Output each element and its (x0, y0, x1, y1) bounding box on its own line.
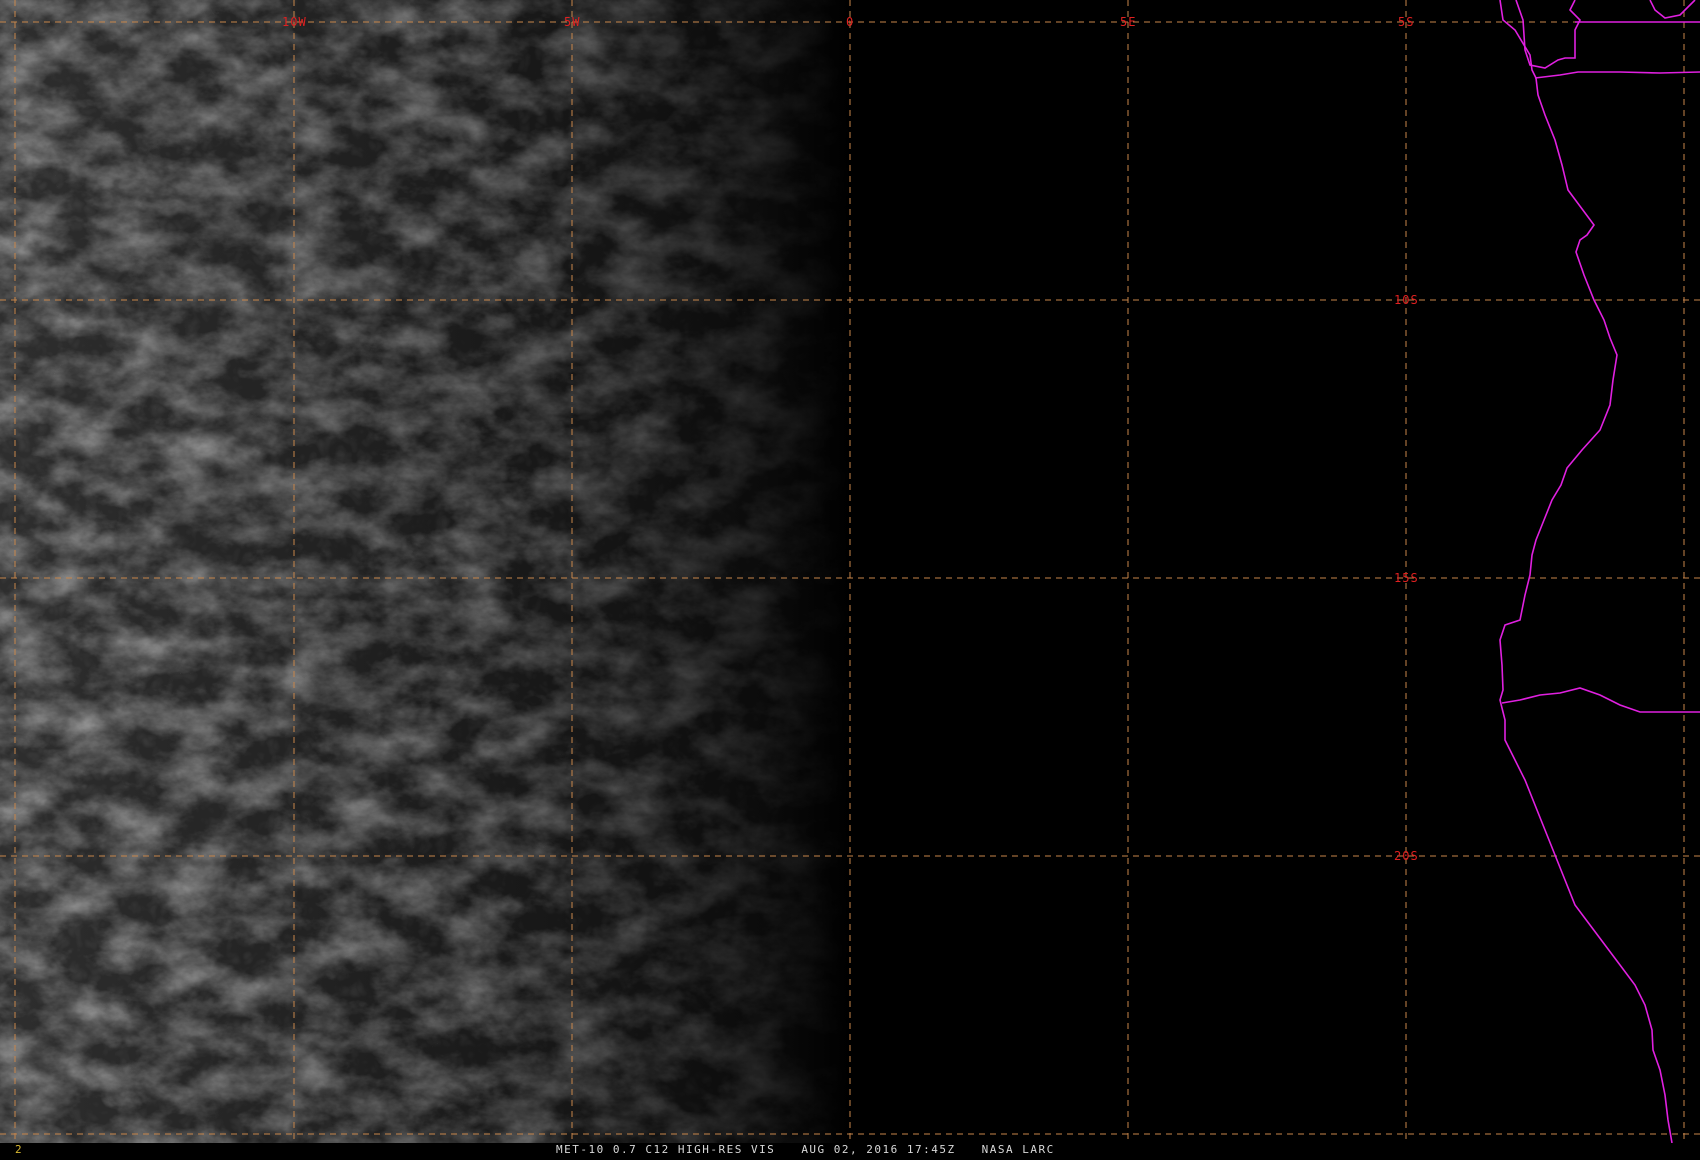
longitude-label: 5W (564, 15, 580, 29)
frame-number: 2 (15, 1143, 23, 1156)
longitude-label: 10W (282, 15, 307, 29)
cloud-field (0, 0, 850, 1143)
longitude-label: 0 (846, 15, 854, 29)
latitude-label: 10S (1394, 293, 1419, 307)
image-datetime: AUG 02, 2016 17:45Z (801, 1143, 956, 1156)
latitude-label: 20S (1394, 849, 1419, 863)
latitude-label: 5S (1398, 15, 1414, 29)
satellite-image-viewer: 10W 5W 0 5E 5S 10S 15S 20S 2 MET-10 0.7 C12 HIG… (0, 0, 1700, 1160)
satellite-map: 10W 5W 0 5E 5S 10S 15S 20S (0, 0, 1700, 1143)
longitude-label: 5E (1120, 15, 1136, 29)
image-source: NASA LARC (981, 1143, 1055, 1156)
latitude-label: 15S (1394, 571, 1419, 585)
image-caption: MET-10 0.7 C12 HIGH-RES VIS AUG 02, 2016 … (556, 1143, 1081, 1156)
image-caption-bar: 2 MET-10 0.7 C12 HIGH-RES VIS AUG 02, 201… (0, 1143, 1700, 1160)
satellite-product: MET-10 0.7 C12 HIGH-RES VIS (556, 1143, 776, 1156)
